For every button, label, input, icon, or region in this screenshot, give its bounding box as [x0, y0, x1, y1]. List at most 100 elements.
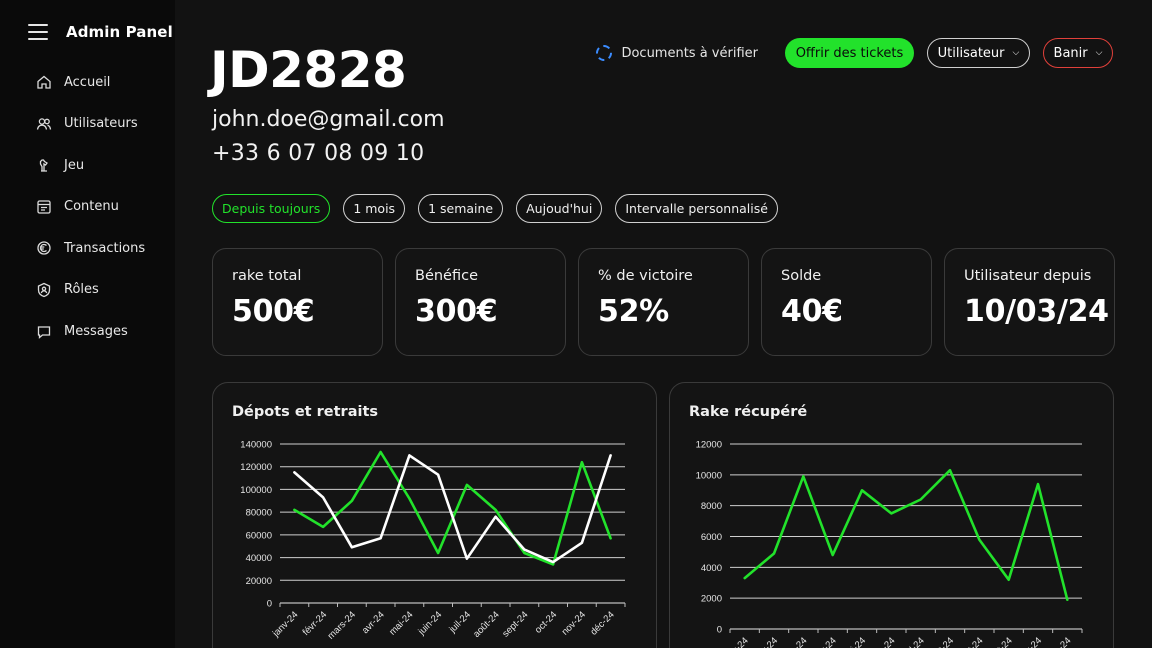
y-tick-label: 0 [717, 625, 722, 636]
brand: Admin Panel [28, 18, 173, 46]
chart-title: Dépots et retraits [232, 404, 379, 420]
x-tick-label: oct-24 [533, 609, 559, 635]
stat-value: 500€ [232, 294, 315, 329]
user-id-title: JD2828 [210, 41, 407, 99]
x-tick-label: juin-24 [416, 609, 445, 638]
documents-to-verify-link[interactable]: Documents à vérifier [596, 45, 758, 61]
chevron-down-icon: ⌵ [1012, 48, 1020, 58]
x-tick-label: mai-24 [387, 609, 415, 637]
filter-1-week[interactable]: 1 semaine [418, 194, 504, 223]
stat-card-user-since: Utilisateur depuis 10/03/24 [944, 248, 1115, 356]
stat-value: 52% [598, 294, 669, 329]
x-tick-label: mars-24 [777, 635, 809, 648]
filter-1-month[interactable]: 1 mois [343, 194, 406, 223]
x-tick-label: nov-24 [560, 609, 588, 637]
y-tick-label: 2000 [701, 594, 722, 605]
y-tick-label: 20000 [246, 576, 272, 587]
sidebar-item-contenu[interactable]: Contenu [26, 190, 175, 224]
messages-icon [36, 324, 52, 340]
sidebar-nav: Accueil Utilisateurs Jeu Contenu Transac… [26, 65, 175, 356]
x-tick-label: févr-24 [751, 635, 780, 648]
x-tick-label: avr-24 [812, 635, 839, 648]
sidebar-item-label: Rôles [64, 282, 99, 298]
sidebar-item-roles[interactable]: Rôles [26, 273, 175, 307]
chart-panel-rake: 0 2000 4000 6000 8000 10000 12000 janv-24févr-2… [669, 382, 1114, 648]
documents-label: Documents à vérifier [621, 45, 758, 61]
x-tick-label: déc-24 [1045, 635, 1073, 648]
game-icon [36, 157, 52, 173]
deposits-withdrawals-chart: 0 20000 40000 60000 80000 100000 120000 140000 j… [240, 440, 626, 642]
hamburger-menu-icon[interactable] [28, 24, 48, 40]
y-tick-label: 80000 [246, 508, 272, 519]
series-line-0 [743, 468, 1069, 601]
sidebar-item-label: Accueil [64, 74, 111, 90]
stat-label: % de victoire [598, 268, 693, 284]
stat-label: Bénéfice [415, 268, 479, 284]
loading-spinner-icon [596, 45, 613, 61]
y-tick-label: 100000 [240, 485, 272, 496]
transactions-icon [36, 240, 52, 256]
sidebar-item-label: Messages [64, 324, 128, 340]
content-icon [36, 199, 52, 215]
y-tick-label: 6000 [701, 532, 722, 543]
filter-all-time[interactable]: Depuis toujours [212, 194, 331, 223]
filter-today[interactable]: Aujoud'hui [516, 194, 603, 223]
x-tick-label: juil-24 [447, 609, 473, 635]
y-tick-label: 40000 [246, 553, 272, 564]
users-icon [36, 116, 52, 132]
chevron-down-icon: ⌵ [1095, 48, 1103, 58]
user-dropdown-label: Utilisateur [937, 45, 1005, 61]
sidebar-item-messages[interactable]: Messages [26, 315, 175, 349]
x-tick-label: juil-24 [900, 635, 926, 648]
series-line-0 [293, 450, 612, 566]
y-tick-label: 12000 [696, 440, 722, 451]
home-icon [36, 74, 52, 90]
sidebar-item-label: Jeu [64, 157, 85, 173]
roles-icon [36, 282, 52, 298]
sidebar-item-utilisateurs[interactable]: Utilisateurs [26, 107, 175, 141]
stat-label: rake total [232, 268, 302, 284]
y-tick-label: 0 [267, 599, 272, 610]
y-tick-label: 8000 [701, 501, 722, 512]
sidebar-item-label: Utilisateurs [64, 116, 138, 132]
app-title: Admin Panel [66, 23, 173, 41]
sidebar-item-jeu[interactable]: Jeu [26, 148, 175, 182]
ban-dropdown-label: Banir [1053, 45, 1088, 61]
sidebar: Admin Panel Accueil Utilisateurs Jeu Con… [0, 0, 175, 648]
stat-card-benefice: Bénéfice 300€ [395, 248, 566, 356]
stat-value: 40€ [781, 294, 843, 329]
ban-dropdown-button[interactable]: Banir ⌵ [1043, 38, 1113, 68]
x-tick-label: nov-24 [1016, 635, 1044, 648]
x-tick-label: sept-24 [500, 609, 530, 639]
stat-card-rake-total: rake total 500€ [212, 248, 383, 356]
y-tick-label: 4000 [701, 563, 722, 574]
stat-card-solde: Solde 40€ [761, 248, 932, 356]
stat-card-win-rate: % de victoire 52% [578, 248, 749, 356]
rake-chart: 0 2000 4000 6000 8000 10000 12000 janv-24févr-2… [696, 440, 1083, 648]
y-tick-label: 140000 [240, 440, 272, 451]
x-tick-label: mai-24 [840, 635, 868, 648]
y-tick-label: 120000 [240, 462, 272, 473]
x-tick-label: mars-24 [326, 609, 358, 641]
sidebar-item-accueil[interactable]: Accueil [26, 65, 175, 99]
x-tick-label: juin-24 [869, 635, 898, 648]
offer-tickets-label: Offrir des tickets [795, 45, 904, 61]
filter-custom-range[interactable]: Intervalle personnalisé [615, 194, 778, 223]
user-dropdown-button[interactable]: Utilisateur ⌵ [927, 38, 1030, 68]
stat-label: Utilisateur depuis [964, 268, 1092, 284]
x-tick-label: août-24 [926, 635, 957, 648]
stat-value: 10/03/24 [964, 294, 1109, 329]
sidebar-item-label: Transactions [64, 240, 146, 256]
x-tick-label: oct-24 [988, 635, 1014, 648]
stat-value: 300€ [415, 294, 498, 329]
sidebar-item-transactions[interactable]: Transactions [26, 231, 175, 265]
x-tick-label: janv-24 [270, 609, 301, 640]
user-email: john.doe@gmail.com [212, 107, 445, 132]
x-tick-label: sept-24 [955, 635, 985, 648]
y-tick-label: 10000 [696, 470, 722, 481]
stats-row: rake total 500€ Bénéfice 300€ % de victo… [212, 248, 1115, 356]
sidebar-item-label: Contenu [64, 199, 119, 215]
user-phone: +33 6 07 08 09 10 [212, 141, 425, 166]
y-tick-label: 60000 [246, 530, 272, 541]
offer-tickets-button[interactable]: Offrir des tickets [785, 38, 914, 68]
